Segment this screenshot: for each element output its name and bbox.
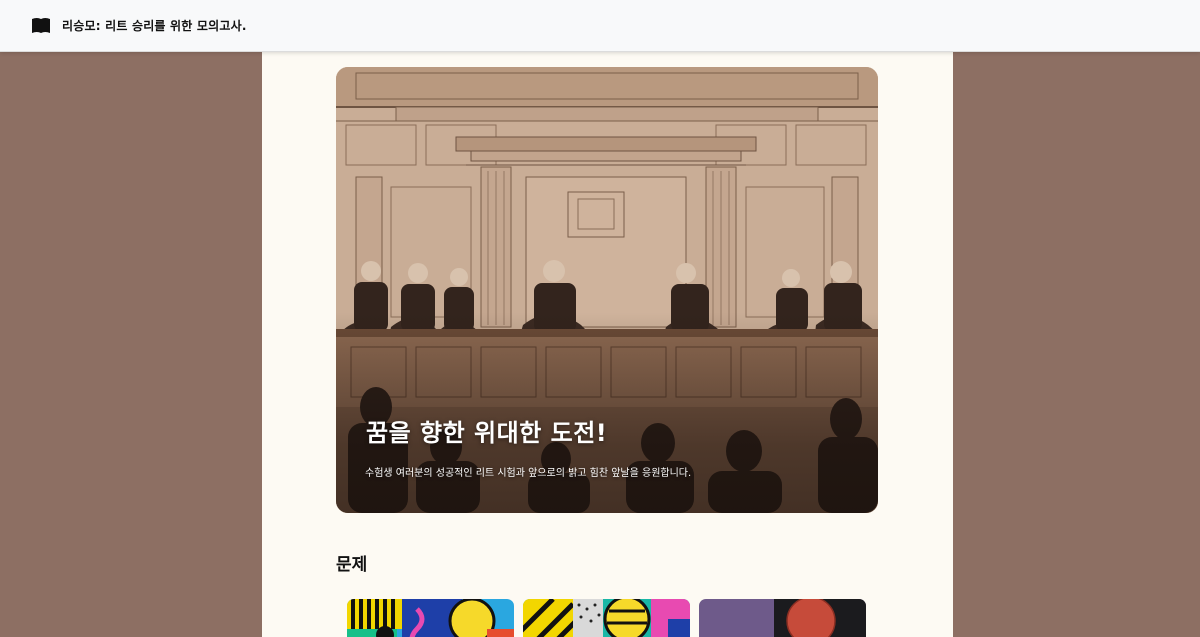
- hero-title: 꿈을 향한 위대한 도전!: [366, 419, 608, 447]
- site-title[interactable]: 리승모: 리트 승리를 위한 모의고사.: [62, 17, 247, 34]
- pop-art-thumbnail: [347, 599, 514, 637]
- problem-card[interactable]: [523, 599, 690, 637]
- main-content: 꿈을 향한 위대한 도전! 수험생 여러분의 성공적인 리트 시험과 앞으로의 …: [262, 52, 953, 637]
- abstract-thumbnail: [699, 599, 866, 637]
- problems-heading: 문제: [336, 555, 368, 575]
- top-navbar: 리승모: 리트 승리를 위한 모의고사.: [0, 0, 1200, 52]
- hero-subtitle: 수험생 여러분의 성공적인 리트 시험과 앞으로의 밝고 힘찬 앞날을 응원합니…: [365, 468, 692, 479]
- hero-banner: 꿈을 향한 위대한 도전! 수험생 여러분의 성공적인 리트 시험과 앞으로의 …: [336, 67, 878, 513]
- pop-art-thumbnail: [523, 599, 690, 637]
- book-icon[interactable]: [31, 16, 51, 36]
- problem-card[interactable]: [699, 599, 866, 637]
- problem-card[interactable]: [347, 599, 514, 637]
